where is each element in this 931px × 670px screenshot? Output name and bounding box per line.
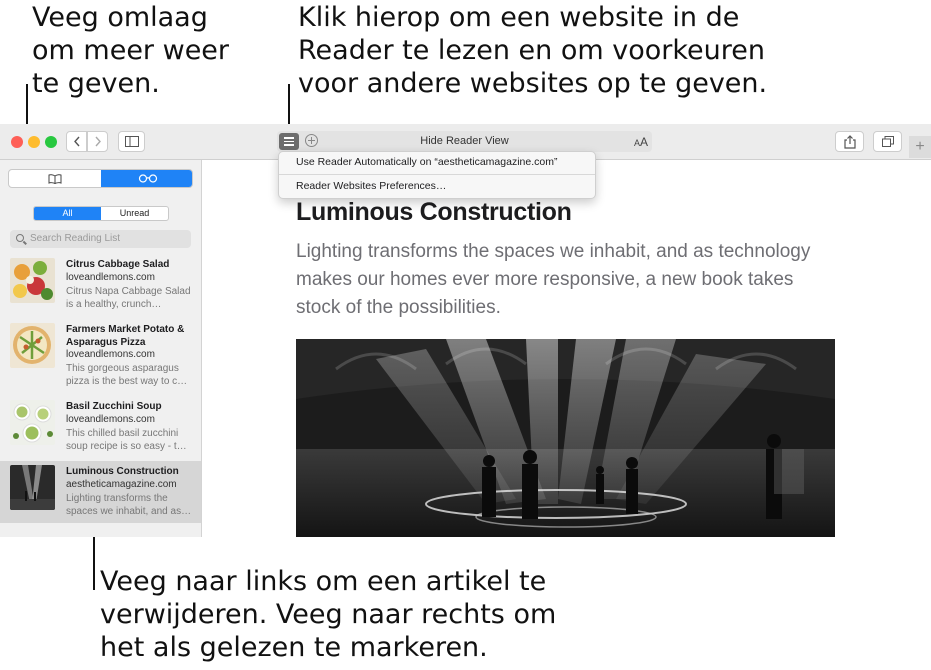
item-site: loveandlemons.com <box>66 414 155 425</box>
item-title: Basil Zucchini Soup <box>66 401 162 412</box>
search-placeholder: Search Reading List <box>30 233 121 244</box>
search-icon <box>16 234 24 242</box>
item-title: Luminous Construction <box>66 466 179 477</box>
thumbnail <box>10 323 55 368</box>
menu-item-reader-websites-preferences[interactable]: Reader Websites Preferences… <box>296 180 446 192</box>
back-button[interactable] <box>66 131 87 152</box>
sidebar-button[interactable] <box>118 131 145 152</box>
minimize-button[interactable] <box>28 136 40 148</box>
tab-bookmarks[interactable] <box>9 170 101 187</box>
reading-filter: All Unread <box>33 206 169 221</box>
new-tab-button[interactable]: + <box>909 136 931 158</box>
article-subtitle: Lighting transforms the spaces we inhabi… <box>296 241 811 318</box>
forward-button[interactable] <box>87 131 108 152</box>
item-site: loveandlemons.com <box>66 272 155 283</box>
tabs-icon <box>881 136 894 147</box>
filter-unread[interactable]: Unread <box>101 207 168 220</box>
new-tab-icon: + <box>915 138 925 155</box>
item-site: loveandlemons.com <box>66 349 155 360</box>
back-icon <box>73 136 80 147</box>
article-title: Luminous Construction <box>296 198 572 226</box>
sidebar-icon <box>124 136 139 147</box>
thumbnail <box>10 465 55 510</box>
list-item[interactable]: Luminous Construction aestheticamagazine… <box>0 461 201 523</box>
sidebar-tab-control <box>8 169 193 188</box>
callout-line-bottom <box>93 528 95 590</box>
forward-icon <box>94 136 101 147</box>
close-button[interactable] <box>11 136 23 148</box>
list-item[interactable]: Citrus Cabbage Salad loveandlemons.com C… <box>0 254 201 319</box>
reading-list-icon <box>138 174 157 183</box>
search-reading-list[interactable]: Search Reading List <box>10 230 191 248</box>
show-tabs-button[interactable] <box>873 131 902 152</box>
reader-menu: Use Reader Automatically on “aestheticam… <box>278 151 596 199</box>
bookmarks-icon <box>48 173 62 184</box>
share-button[interactable] <box>835 131 864 152</box>
list-item[interactable]: Basil Zucchini Soup loveandlemons.com Th… <box>0 396 201 461</box>
menu-item-use-reader-automatically[interactable]: Use Reader Automatically on “aestheticam… <box>296 156 557 168</box>
address-title: Hide Reader View <box>420 135 509 147</box>
callout-swipe-down: Veeg omlaag om meer weer te geven. <box>32 2 230 99</box>
list-item[interactable]: Farmers Market Potato & Asparagus Pizza … <box>0 319 201 387</box>
sidebar: All Unread Search Reading List Citrus Ca… <box>0 160 202 537</box>
item-title: Farmers Market Potato & Asparagus Pizza <box>66 324 185 348</box>
share-icon <box>843 134 856 149</box>
thumbnail <box>10 258 55 303</box>
callout-swipe-sideways: Veeg naar links om een artikel te verwij… <box>100 566 557 663</box>
tab-reading-list[interactable] <box>101 170 192 187</box>
thumbnail <box>10 400 55 445</box>
item-excerpt: Citrus Napa Cabbage Salad is a healthy, … <box>66 286 191 310</box>
item-excerpt: This gorgeous asparagus pizza is the bes… <box>66 363 188 387</box>
address-bar[interactable]: Hide Reader View <box>277 131 652 152</box>
item-title: Citrus Cabbage Salad <box>66 259 170 270</box>
item-excerpt: This chilled basil zucchini soup recipe … <box>66 428 187 452</box>
filter-all[interactable]: All <box>34 207 101 220</box>
reader-icon <box>284 137 294 139</box>
item-excerpt: Lighting transforms the spaces we inhabi… <box>66 493 192 517</box>
zoom-button[interactable] <box>45 136 57 148</box>
item-site: aestheticamagazine.com <box>66 479 177 490</box>
article-image <box>296 339 835 537</box>
reader-button[interactable] <box>279 133 299 150</box>
callout-reader-button: Klik hierop om een website in de Reader … <box>298 2 768 99</box>
add-icon[interactable] <box>305 134 318 147</box>
safari-window: Hide Reader View AA + All Unread Search … <box>0 124 931 537</box>
menu-separator <box>279 174 595 175</box>
text-size-button[interactable]: AA <box>634 135 648 149</box>
